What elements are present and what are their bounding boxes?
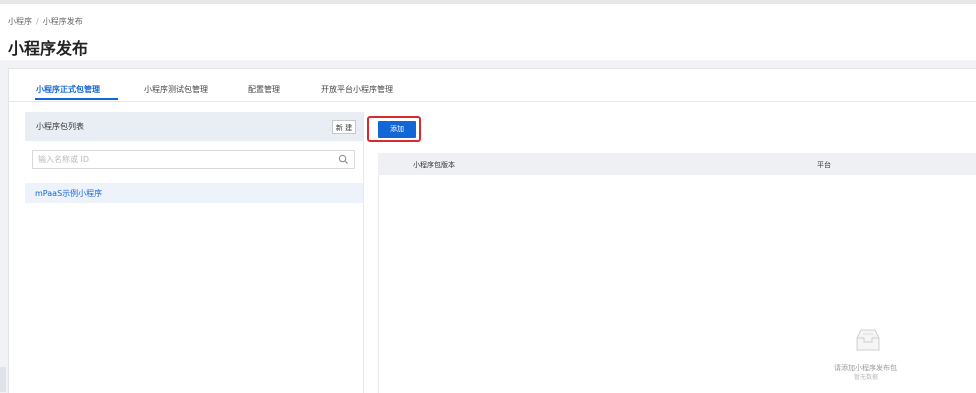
package-list-panel: 小程序包列表 新 建 mPaaS示例小程序 (25, 112, 364, 393)
panel-title: 小程序包列表 (36, 122, 84, 131)
table-body: 请添加小程序发布包 暂无数据 (378, 175, 976, 393)
panel-header: 小程序包列表 新 建 (25, 112, 363, 141)
breadcrumb-separator: / (36, 17, 39, 26)
breadcrumb-item-publish: 小程序发布 (42, 17, 83, 26)
package-detail-panel: 添加 小程序包版本 平台 请添加小程序发布包 暂无数据 (367, 112, 976, 393)
tab-open-platform[interactable]: 开放平台小程序管理 (321, 84, 393, 95)
empty-inbox-icon (856, 329, 880, 351)
page-header: 小程序 / 小程序发布 小程序发布 (0, 4, 976, 60)
new-button[interactable]: 新 建 (332, 120, 356, 134)
tab-bar: 小程序正式包管理 小程序测试包管理 配置管理 开放平台小程序管理 (9, 69, 976, 102)
tab-test-package[interactable]: 小程序测试包管理 (144, 84, 208, 95)
breadcrumb-item-mini-program[interactable]: 小程序 (8, 17, 32, 26)
column-header-version: 小程序包版本 (413, 161, 455, 169)
tab-release-package[interactable]: 小程序正式包管理 (36, 84, 100, 95)
list-item[interactable]: mPaaS示例小程序 (25, 183, 363, 203)
tab-config[interactable]: 配置管理 (248, 84, 280, 95)
search-input[interactable] (33, 151, 338, 168)
content-card: 小程序正式包管理 小程序测试包管理 配置管理 开放平台小程序管理 小程序包列表 … (8, 68, 976, 393)
left-edge-handle (0, 367, 6, 392)
active-tab-indicator (35, 98, 118, 100)
search-box (32, 150, 355, 169)
list-item-label: mPaaS示例小程序 (35, 189, 103, 198)
table-header: 小程序包版本 平台 (378, 153, 976, 176)
column-header-platform: 平台 (817, 161, 831, 169)
empty-sub-message: 暂无数据 (854, 374, 879, 381)
add-button[interactable]: 添加 (378, 121, 416, 138)
page-title: 小程序发布 (8, 39, 89, 58)
search-icon[interactable] (338, 154, 349, 165)
breadcrumb: 小程序 / 小程序发布 (8, 16, 83, 27)
